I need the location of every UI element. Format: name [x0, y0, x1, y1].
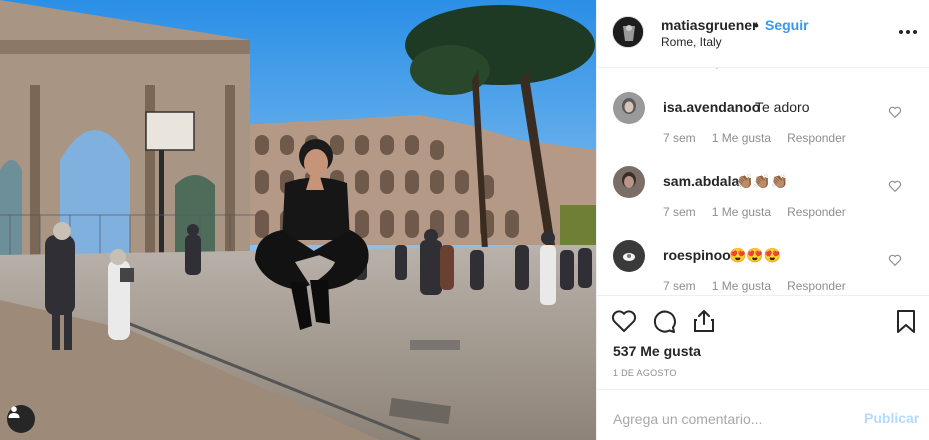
tagged-people-button[interactable]	[7, 405, 35, 433]
comment-username[interactable]: roespinoo	[663, 247, 731, 263]
reply-button[interactable]: Responder	[787, 279, 846, 293]
comment-item: roespinoo 😍😍😍 7 sem 1 Me gusta Responder	[597, 240, 929, 295]
comment-time: 7 sem	[663, 205, 696, 219]
follow-button[interactable]: Seguir	[765, 17, 809, 33]
comments-list[interactable]: isa.avendanoo Te adoro 7 sem 1 Me gusta …	[597, 68, 929, 296]
comment-time: 7 sem	[663, 279, 696, 293]
comment-text: 😍😍😍	[729, 247, 782, 263]
commenter-avatar[interactable]	[613, 166, 645, 198]
post-date: 1 DE AGOSTO	[613, 368, 677, 378]
author-username[interactable]: matiasgruener	[661, 17, 757, 33]
comment-like-heart-icon[interactable]	[888, 253, 902, 267]
comment-like-heart-icon[interactable]	[888, 179, 902, 193]
post-sidebar: matiasgruener • Seguir Rome, Italy isa.a…	[596, 0, 929, 440]
likes-count[interactable]: 537 Me gusta	[613, 343, 701, 359]
post-actions: 537 Me gusta 1 DE AGOSTO	[597, 296, 929, 390]
comment-likes[interactable]: 1 Me gusta	[712, 205, 771, 219]
post-photo[interactable]	[0, 0, 596, 440]
comment-icon[interactable]	[651, 308, 677, 334]
comment-likes[interactable]: 1 Me gusta	[712, 131, 771, 145]
comment-text: Te adoro	[755, 99, 810, 115]
person-icon	[8, 406, 20, 418]
heart-icon[interactable]	[611, 308, 637, 334]
comment-item: isa.avendanoo Te adoro 7 sem 1 Me gusta …	[597, 92, 929, 166]
comment-meta: 7 sem 1 Me gusta Responder	[663, 205, 862, 219]
commenter-avatar[interactable]	[613, 240, 645, 272]
header-separator: •	[754, 17, 759, 33]
comment-likes[interactable]: 1 Me gusta	[712, 279, 771, 293]
author-avatar[interactable]	[612, 16, 644, 48]
post-location[interactable]: Rome, Italy	[661, 35, 722, 49]
bookmark-icon[interactable]	[893, 308, 919, 334]
post-header: matiasgruener • Seguir Rome, Italy	[597, 0, 929, 68]
comment-time: 7 sem	[663, 131, 696, 145]
more-options-icon[interactable]	[897, 22, 921, 42]
commenter-avatar[interactable]	[613, 92, 645, 124]
comment-username[interactable]: sam.abdala	[663, 173, 739, 189]
post-image	[0, 0, 596, 440]
scroll-remnant	[716, 68, 718, 69]
add-comment-input[interactable]	[613, 406, 843, 432]
publish-button[interactable]: Publicar	[864, 410, 919, 426]
comment-like-heart-icon[interactable]	[888, 105, 902, 119]
comment-meta: 7 sem 1 Me gusta Responder	[663, 279, 862, 293]
reply-button[interactable]: Responder	[787, 205, 846, 219]
comment-text: 👏🏽👏🏽👏🏽	[736, 173, 789, 189]
share-icon[interactable]	[691, 308, 717, 334]
comment-meta: 7 sem 1 Me gusta Responder	[663, 131, 862, 145]
reply-button[interactable]: Responder	[787, 131, 846, 145]
comment-item: sam.abdala 👏🏽👏🏽👏🏽 7 sem 1 Me gusta Respo…	[597, 166, 929, 240]
comment-username[interactable]: isa.avendanoo	[663, 99, 760, 115]
